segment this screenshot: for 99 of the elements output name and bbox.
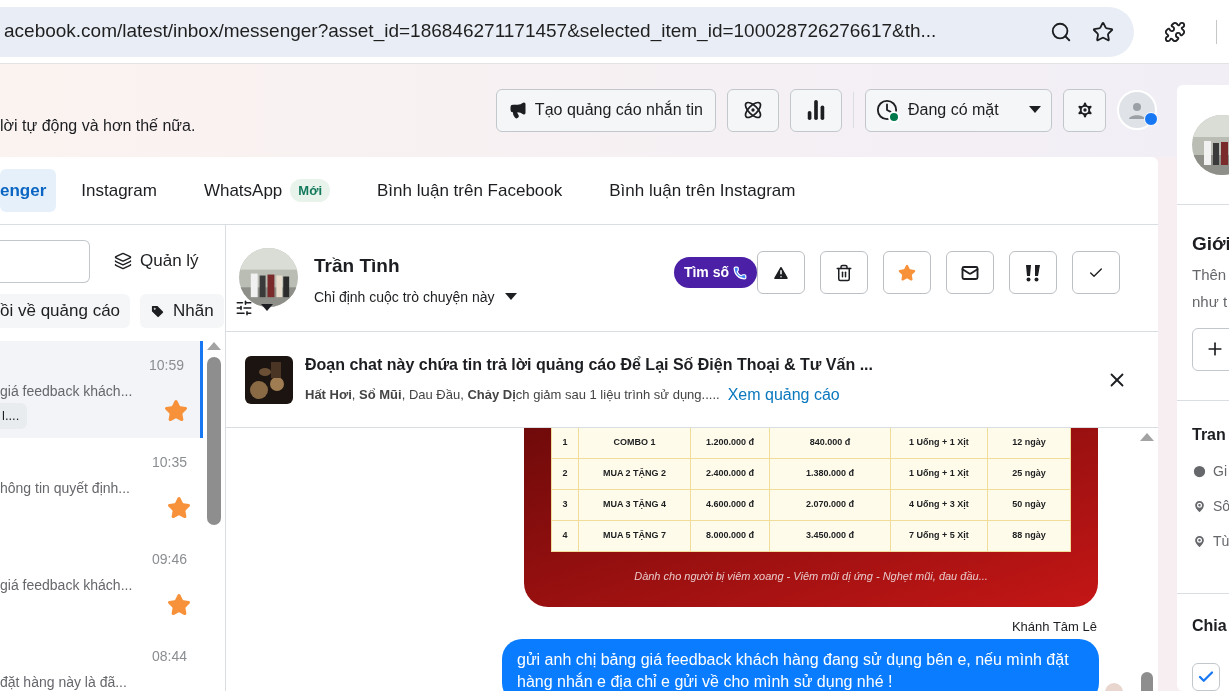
section-title: Chia [1192,616,1228,636]
image-caption: Dành cho người bị viêm xoang - Viêm mũi dị ứng - Nghẹt mũi, đau đầu... [634,569,988,584]
action-button[interactable] [820,251,868,294]
channel-tab[interactable]: Bình luận trên Instagram [587,169,818,212]
table-cell: 1 Uống + 1 Xịt [891,459,988,489]
trash-icon [835,263,853,282]
action-button[interactable] [757,251,805,294]
channel-tab[interactable]: enger [0,169,57,212]
table-cell-text: 25 ngày [1011,467,1047,481]
message-time: 10:35 [152,453,188,472]
conversation-item[interactable]: 09:46 giá feedback khách... [0,535,204,632]
checkbox[interactable] [1192,663,1220,691]
table-cell: 4.600.000 đ [691,490,770,520]
message-time: 08:44 [152,647,188,666]
atom-button[interactable] [727,88,779,132]
table-cell-text: 50 ngày [1011,498,1047,512]
conversation-item[interactable]: 10:35 hông tin quyết định... [0,438,204,535]
table-cell: 4 [552,521,579,551]
caret-icon [261,304,273,312]
table-cell: MUA 3 TẶNG 4 [579,490,691,520]
table-cell: 4 Uống + 3 Xịt [891,490,988,520]
profile-avatar[interactable] [1117,90,1157,130]
table-cell: 7 Uống + 5 Xịt [891,521,988,551]
conversation-item[interactable]: 08:44 đặt hàng này là đã... [0,632,204,691]
table-cell-text: 88 ngày [1011,529,1047,543]
insights-button[interactable] [790,88,842,132]
caret-icon [504,293,517,301]
clock-status-icon [876,99,898,121]
intro-text: như t [1192,292,1229,312]
settings-button[interactable] [1063,88,1106,132]
phone-icon [733,265,747,280]
detail-text: Gi [1213,461,1227,481]
table-cell: 2.400.000 đ [691,459,770,489]
action-button[interactable] [946,251,994,294]
ad-title: Đoạn chat này chứa tin trả lời quảng cáo Để Lại Số Điện Thoại & Tư Vấn ... [305,354,874,375]
search-field[interactable] [0,239,90,283]
view-ad-link[interactable]: Xem quảng cáo [727,382,840,407]
channel-tab[interactable]: WhatsApp Mới [181,169,352,212]
message-time: 10:59 [149,356,185,375]
table-cell: 1 [552,428,579,458]
table-cell: 1.380.000 đ [770,459,891,489]
channel-tab[interactable]: Bình luận trên Facebook [355,169,585,212]
message-time: 09:46 [152,550,188,569]
add-button[interactable] [1192,327,1229,371]
message-bubble: gửi anh chị bảng giá feedback khách hàng đang sử dụng bên e, nếu mình đặt hàng nhắn e địa chỉ e gửi về cho mình sử dụng nhé ! [502,639,1099,691]
create-ad-button[interactable]: Tạo quảng cáo nhắn tin [495,88,716,132]
table-cell: COMBO 1 [579,428,691,458]
status-dropdown[interactable]: Đang có mặt [865,88,1052,132]
contact-name: Trần Tình [314,254,401,278]
action-button[interactable] [1009,251,1057,294]
message-snippet: đặt hàng này là đã... [0,673,127,691]
intro-text: Thên [1192,264,1228,285]
bar-chart-icon [805,99,827,121]
table-cell-text: 12 ngày [1011,436,1047,450]
message-snippet: giá feedback khách... [0,382,133,401]
megaphone-icon [508,101,527,119]
assign-dropdown[interactable]: Chỉ định cuộc trò chuyện này [314,286,517,308]
manage-button[interactable]: Quản lý [114,248,199,274]
new-badge: Mới [290,178,330,203]
location-icon [1192,533,1207,549]
filter-chip[interactable]: ồi về quảng cáo [0,294,131,328]
ad-description: Hất Hơi, Sổ Mũi, Dau Đầu, Chảy Dịch giảm sau 1 liệu trình sử dụng..... [305,385,720,404]
label-chip[interactable]: Nhãn [140,294,224,328]
table-cell: 2 [552,459,579,489]
table-cell: 840.000 đ [770,428,891,458]
table-cell: MUA 2 TẶNG 2 [579,459,691,489]
bookmark-icon[interactable] [1092,20,1114,43]
header-subtitle: lời tự động và hơn thế nữa. [0,115,196,136]
mail-icon [961,263,979,282]
section-title: Giới [1192,232,1229,256]
section-title: Tran [1192,425,1227,445]
table-cell: 8.000.000 đ [691,521,770,551]
detail-text: Sô [1213,496,1229,516]
layers-icon [114,252,132,270]
exclamation-icon [1025,263,1041,282]
tag-icon [150,303,166,319]
atom-icon [743,100,763,120]
table-cell: 3 [552,490,579,520]
caret-icon [1029,106,1041,114]
url-text: acebook.com/latest/inbox/messenger?asset_id=186846271171457&selected_item_id=100028726276617&th... [3,19,938,44]
table-cell: MUA 5 TẶNG 7 [579,521,691,551]
table-cell: 2.070.000 đ [770,490,891,520]
detail-text: Tù [1213,531,1229,551]
table-cell: 1.200.000 đ [691,428,770,458]
label-tag: l.... [0,403,28,429]
extensions-icon[interactable] [1164,20,1186,43]
location-icon [1192,498,1207,514]
sender-name: Khánh Tâm Lê [1011,618,1097,636]
message-snippet: giá feedback khách... [0,576,133,595]
zoom-icon[interactable] [1050,20,1072,43]
message-snippet: hông tin quyết định... [0,479,130,498]
channel-tab[interactable]: Instagram [59,169,179,212]
filter-icon[interactable] [235,299,253,317]
scrollbar-thumb[interactable] [207,357,222,525]
conversation-item[interactable]: 10:59 giá feedback khách... l.... [0,341,204,438]
find-number-button[interactable]: Tìm số [673,257,757,288]
table-cell: 1 Uống + 1 Xịt [891,428,988,458]
address-bar[interactable]: acebook.com/latest/inbox/messenger?asset_id=186846271171457&selected_item_id=100028726276617&th... [0,6,1134,57]
table-cell: 3.450.000 đ [770,521,891,551]
